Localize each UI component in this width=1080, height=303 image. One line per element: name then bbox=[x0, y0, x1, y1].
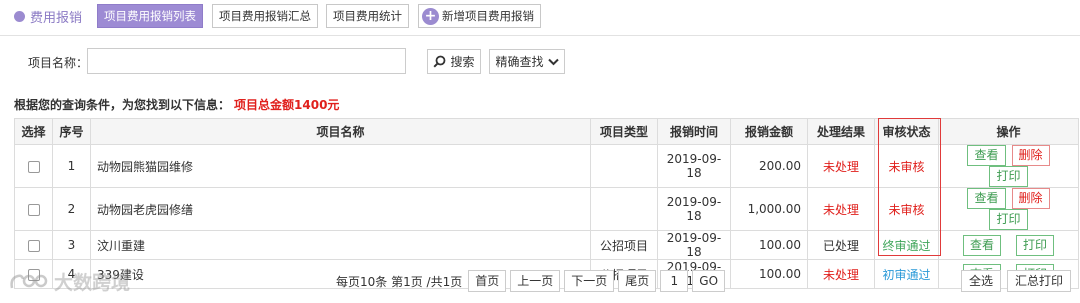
row-result: 已处理 bbox=[807, 230, 875, 260]
header-select: 选择 bbox=[14, 118, 53, 145]
row-audit-status: 初审通过 bbox=[874, 259, 939, 289]
row-actions: 查看 删除打印 bbox=[938, 144, 1079, 188]
brand-label: 费用报销 bbox=[30, 11, 83, 26]
header-project-name: 项目名称 bbox=[90, 118, 591, 145]
view-button[interactable]: 查看 bbox=[962, 234, 1001, 256]
header-audit-status: 审核状态 bbox=[874, 118, 939, 145]
row-result: 未处理 bbox=[807, 187, 875, 231]
project-name-input[interactable] bbox=[87, 48, 406, 74]
watermark: 大数跨境 bbox=[8, 268, 130, 295]
header-no: 序号 bbox=[52, 118, 91, 145]
row-actions: 查看 删除打印 bbox=[938, 187, 1079, 231]
result-info: 根据您的查询条件，为您找到以下信息： 项目总金额1400元 bbox=[14, 96, 339, 113]
brand: 费用报销 bbox=[14, 7, 82, 26]
plus-icon: + bbox=[422, 7, 439, 25]
row-project-type bbox=[590, 144, 658, 188]
pager-info: 每页10条 第1页 /共1页 bbox=[336, 274, 463, 289]
first-page-button[interactable]: 首页 bbox=[468, 270, 507, 292]
row-amount: 200.00 bbox=[730, 144, 808, 188]
delete-button[interactable]: 删除 bbox=[1011, 188, 1050, 209]
tab-expense-summary[interactable]: 项目费用报销汇总 bbox=[212, 4, 318, 28]
search-label: 项目名称： bbox=[28, 56, 89, 70]
row-audit-status: 未审核 bbox=[874, 144, 939, 188]
tab-expense-list[interactable]: 项目费用报销列表 bbox=[97, 4, 203, 28]
table-row: 2 动物园老虎园修缮 2019-09-18 1,000.00 未处理 未审核 查… bbox=[14, 187, 1079, 231]
row-no: 3 bbox=[52, 230, 91, 260]
row-actions: 查看打印 bbox=[938, 230, 1079, 260]
row-checkbox[interactable] bbox=[27, 239, 40, 252]
view-button[interactable]: 查看 bbox=[967, 145, 1006, 166]
row-result: 未处理 bbox=[807, 259, 875, 289]
chevron-down-icon bbox=[547, 58, 559, 65]
header-date: 报销时间 bbox=[657, 118, 731, 145]
header-actions: 操作 bbox=[938, 118, 1079, 145]
top-nav: 费用报销 项目费用报销列表 项目费用报销汇总 项目费用统计 + 新增项目费用报销 bbox=[0, 0, 1080, 36]
watermark-text: 大数跨境 bbox=[54, 272, 131, 294]
search-button-label: 搜索 bbox=[450, 55, 475, 69]
row-checkbox[interactable] bbox=[27, 160, 40, 173]
row-date: 2019-09-18 bbox=[657, 187, 731, 231]
row-amount: 1,000.00 bbox=[730, 187, 808, 231]
row-project-type: 公招项目 bbox=[590, 230, 658, 260]
row-checkbox[interactable] bbox=[27, 203, 40, 216]
add-expense-label: 新增项目费用报销 bbox=[442, 9, 534, 23]
row-date: 2019-09-18 bbox=[657, 230, 731, 260]
brand-dot-icon bbox=[14, 11, 25, 22]
delete-button[interactable]: 删除 bbox=[1011, 145, 1050, 166]
print-button[interactable]: 打印 bbox=[989, 209, 1028, 230]
row-project-name: 汶川重建 bbox=[90, 230, 591, 260]
search-icon bbox=[433, 55, 446, 68]
page-number-input[interactable]: 1 bbox=[660, 270, 689, 292]
pager: 每页10条 第1页 /共1页 首页 上一页 下一页 尾页 1 GO bbox=[336, 270, 727, 292]
print-button[interactable]: 打印 bbox=[1016, 234, 1055, 256]
row-amount: 100.00 bbox=[730, 230, 808, 260]
summary-print-button[interactable]: 汇总打印 bbox=[1007, 270, 1072, 292]
row-no: 1 bbox=[52, 144, 91, 188]
watermark-logo-icon bbox=[10, 274, 48, 288]
row-audit-status: 终审通过 bbox=[874, 230, 939, 260]
result-info-text: 根据您的查询条件，为您找到以下信息： bbox=[14, 98, 231, 112]
row-result: 未处理 bbox=[807, 144, 875, 188]
tab-expense-stats[interactable]: 项目费用统计 bbox=[326, 4, 409, 28]
last-page-button[interactable]: 尾页 bbox=[618, 270, 657, 292]
go-button[interactable]: GO bbox=[692, 270, 726, 292]
add-expense-button[interactable]: + 新增项目费用报销 bbox=[418, 4, 541, 28]
row-date: 2019-09-18 bbox=[657, 144, 731, 188]
search-button[interactable]: 搜索 bbox=[427, 49, 481, 74]
row-project-name: 动物园熊猫园维修 bbox=[90, 144, 591, 188]
row-audit-status: 未审核 bbox=[874, 187, 939, 231]
row-amount: 100.00 bbox=[730, 259, 808, 289]
prev-page-button[interactable]: 上一页 bbox=[510, 270, 561, 292]
header-result: 处理结果 bbox=[807, 118, 875, 145]
next-page-button[interactable]: 下一页 bbox=[564, 270, 615, 292]
row-project-name: 动物园老虎园修缮 bbox=[90, 187, 591, 231]
header-amount: 报销金额 bbox=[730, 118, 808, 145]
select-all-button[interactable]: 全选 bbox=[961, 270, 1002, 292]
view-button[interactable]: 查看 bbox=[967, 188, 1006, 209]
table-row: 1 动物园熊猫园维修 2019-09-18 200.00 未处理 未审核 查看删… bbox=[14, 144, 1079, 188]
total-amount: 项目总金额1400元 bbox=[234, 98, 340, 112]
header-project-type: 项目类型 bbox=[590, 118, 658, 145]
print-button[interactable]: 打印 bbox=[989, 166, 1028, 187]
row-project-type bbox=[590, 187, 658, 231]
row-no: 2 bbox=[52, 187, 91, 231]
table-row: 3 汶川重建 公招项目 2019-09-18 100.00 已处理 终审通过 查… bbox=[14, 230, 1079, 260]
precise-search-button[interactable]: 精确查找 bbox=[489, 49, 565, 74]
precise-search-label: 精确查找 bbox=[495, 55, 544, 69]
table-header-row: 选择 序号 项目名称 项目类型 报销时间 报销金额 处理结果 审核状态 操作 bbox=[14, 118, 1079, 145]
expense-table: 选择 序号 项目名称 项目类型 报销时间 报销金额 处理结果 审核状态 操作 1… bbox=[14, 118, 1079, 289]
